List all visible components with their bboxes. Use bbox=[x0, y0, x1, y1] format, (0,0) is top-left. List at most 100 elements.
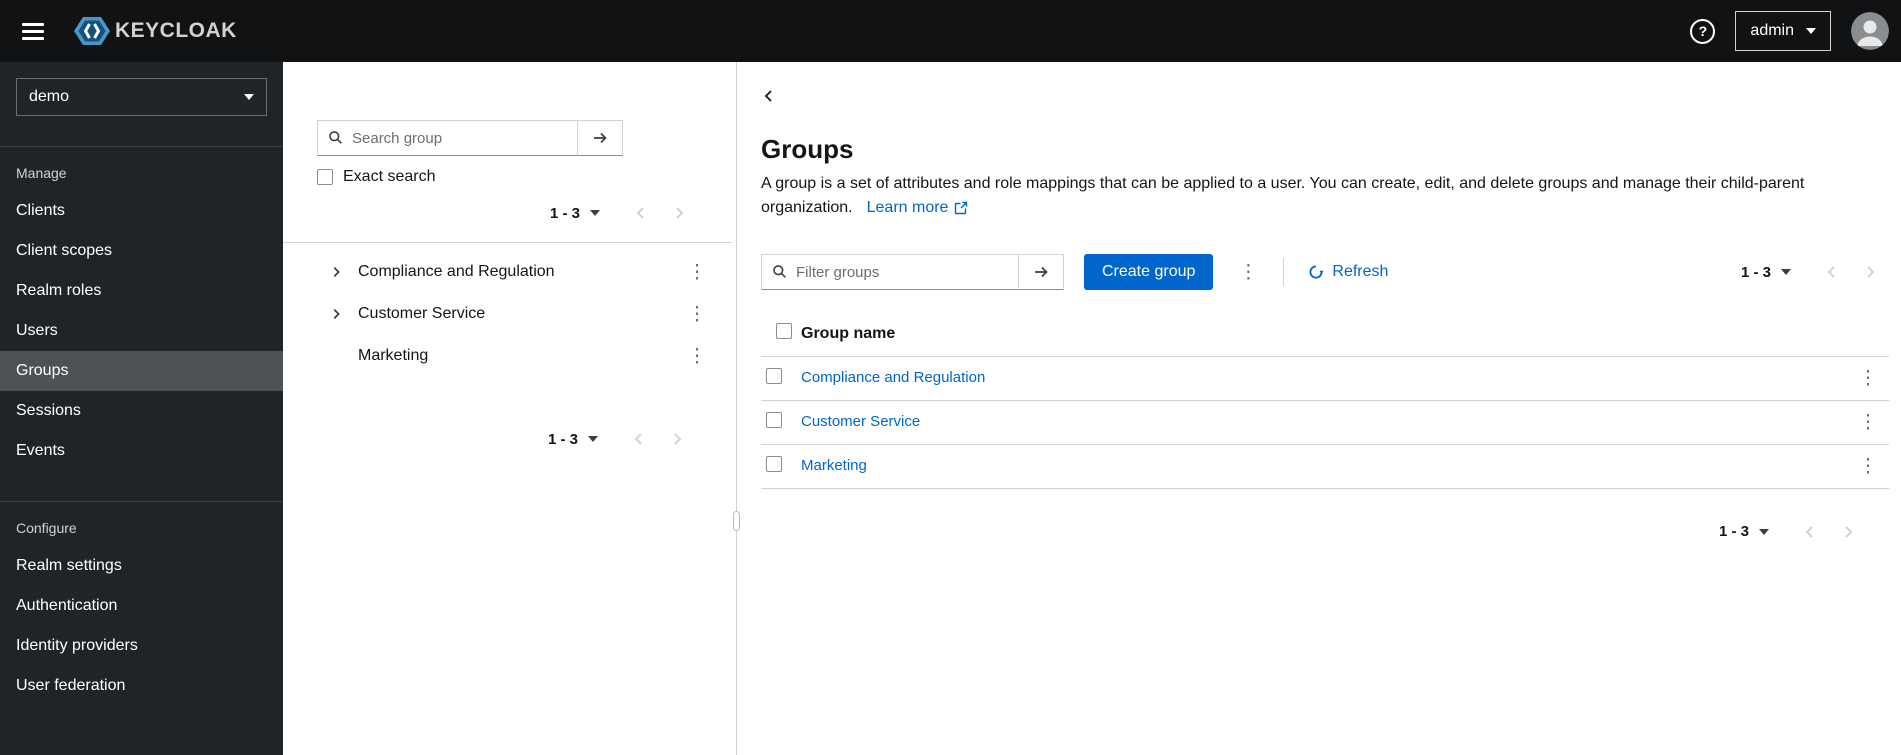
page-description: A group is a set of attributes and role … bbox=[761, 172, 1889, 220]
pagination-prev-button bbox=[622, 196, 660, 230]
groups-main-content: Groups A group is a set of attributes an… bbox=[741, 62, 1901, 755]
tree-pagination-bottom: 1 - 3 bbox=[283, 422, 732, 456]
kebab-menu-icon[interactable]: ⋮ bbox=[684, 299, 710, 329]
chevron-left-icon bbox=[1827, 266, 1835, 278]
tree-item-compliance-and-regulation[interactable]: Compliance and Regulation ⋮ bbox=[283, 251, 732, 293]
pagination-menu-toggle[interactable]: 1 - 3 bbox=[1711, 517, 1777, 546]
sidebar-item-groups[interactable]: Groups bbox=[0, 351, 283, 391]
filter-submit-button[interactable] bbox=[1019, 254, 1064, 290]
help-icon[interactable]: ? bbox=[1690, 18, 1716, 44]
user-menu-label: admin bbox=[1750, 22, 1794, 39]
tree-search bbox=[317, 120, 698, 156]
exact-search-toggle[interactable]: Exact search bbox=[317, 168, 698, 186]
nav-section-title: Manage bbox=[16, 165, 67, 181]
page-title: Groups bbox=[761, 134, 854, 164]
chevron-right-icon bbox=[676, 207, 684, 219]
sidebar-item-realm-roles[interactable]: Realm roles bbox=[0, 271, 283, 311]
pagination-prev-button bbox=[1813, 255, 1851, 289]
nav-section-configure: Configure Realm settings Authentication … bbox=[0, 501, 283, 706]
sidebar-item-sessions[interactable]: Sessions bbox=[0, 391, 283, 431]
chevron-right-icon bbox=[1867, 266, 1875, 278]
pagination-menu-toggle[interactable]: 1 - 3 bbox=[540, 425, 606, 454]
filter-box bbox=[761, 254, 1019, 290]
sidebar-item-clients[interactable]: Clients bbox=[0, 191, 283, 231]
arrow-right-icon bbox=[594, 132, 607, 144]
column-header-group-name: Group name bbox=[801, 312, 1841, 357]
kebab-menu-icon[interactable]: ⋮ bbox=[684, 257, 710, 287]
toolbar-divider bbox=[1283, 258, 1285, 286]
hamburger-menu-button[interactable] bbox=[16, 10, 58, 52]
kebab-menu-icon[interactable]: ⋮ bbox=[684, 341, 710, 371]
sidebar-item-user-federation[interactable]: User federation bbox=[0, 666, 283, 706]
filter-groups-input[interactable] bbox=[761, 254, 1019, 290]
group-name-link[interactable]: Marketing bbox=[801, 457, 867, 474]
search-icon bbox=[329, 131, 342, 144]
row-checkbox[interactable] bbox=[766, 455, 782, 472]
pagination-menu-toggle[interactable]: 1 - 3 bbox=[1733, 258, 1799, 287]
kebab-menu-icon[interactable]: ⋮ bbox=[1855, 451, 1881, 481]
tree-search-submit-button[interactable] bbox=[578, 120, 623, 156]
exact-search-checkbox[interactable] bbox=[317, 169, 333, 185]
chevron-left-icon bbox=[634, 433, 642, 445]
chevron-left-icon bbox=[1805, 525, 1813, 538]
tree-item-marketing[interactable]: Marketing ⋮ bbox=[283, 335, 732, 377]
caret-down-icon bbox=[590, 210, 600, 216]
group-name-link[interactable]: Customer Service bbox=[801, 413, 920, 430]
groups-toolbar: Create group ⋮ Refresh 1 - 3 bbox=[761, 254, 1889, 290]
avatar[interactable] bbox=[1851, 12, 1889, 50]
chevron-right-icon bbox=[1845, 525, 1853, 538]
select-all-checkbox[interactable] bbox=[775, 323, 792, 340]
sidebar-item-client-scopes[interactable]: Client scopes bbox=[0, 231, 283, 271]
tree-item-label: Customer Service bbox=[358, 305, 486, 322]
table-row: Customer Service ⋮ bbox=[761, 400, 1889, 445]
sidebar-item-realm-settings[interactable]: Realm settings bbox=[0, 546, 283, 586]
create-group-button[interactable]: Create group bbox=[1084, 254, 1214, 290]
masthead: KEYCLOAK ? admin bbox=[0, 0, 1901, 62]
exact-search-label: Exact search bbox=[343, 168, 436, 185]
realm-selector[interactable]: demo bbox=[16, 78, 267, 116]
kebab-menu-icon[interactable]: ⋮ bbox=[1855, 363, 1881, 393]
row-checkbox[interactable] bbox=[766, 411, 782, 428]
table-header-row: Group name bbox=[761, 312, 1889, 357]
nav-section-manage: Manage Clients Client scopes Realm roles… bbox=[0, 147, 283, 471]
caret-down-icon bbox=[1759, 528, 1769, 535]
table-row: Marketing ⋮ bbox=[761, 444, 1889, 489]
table-pagination-top: 1 - 3 bbox=[1733, 255, 1889, 289]
realm-selector-value: demo bbox=[29, 88, 70, 105]
refresh-button[interactable]: Refresh bbox=[1308, 263, 1388, 281]
user-menu-dropdown[interactable]: admin bbox=[1735, 11, 1831, 51]
nav-section-title: Configure bbox=[16, 520, 77, 536]
table-row: Compliance and Regulation ⋮ bbox=[761, 356, 1889, 401]
kebab-menu-icon[interactable]: ⋮ bbox=[1855, 407, 1881, 437]
group-name-link[interactable]: Compliance and Regulation bbox=[801, 369, 985, 386]
sidebar-item-users[interactable]: Users bbox=[0, 311, 283, 351]
tree-search-box bbox=[317, 120, 578, 156]
tree-search-input[interactable] bbox=[317, 120, 578, 156]
pagination-prev-button bbox=[1791, 515, 1829, 549]
tree-toolbar: Exact search 1 - 3 bbox=[283, 120, 732, 230]
expand-chevron-icon[interactable] bbox=[327, 263, 345, 281]
collapse-panel-button[interactable] bbox=[761, 86, 783, 106]
tree-divider bbox=[283, 242, 732, 243]
pagination-range: 1 - 3 bbox=[549, 204, 580, 222]
pagination-menu-toggle[interactable]: 1 - 3 bbox=[542, 199, 608, 228]
tree-item-customer-service[interactable]: Customer Service ⋮ bbox=[283, 293, 732, 335]
expand-chevron-icon[interactable] bbox=[327, 305, 345, 323]
sidebar-item-identity-providers[interactable]: Identity providers bbox=[0, 626, 283, 666]
row-checkbox[interactable] bbox=[766, 367, 782, 384]
pagination-next-button bbox=[658, 422, 696, 456]
toolbar-kebab-menu-icon[interactable]: ⋮ bbox=[1235, 257, 1261, 287]
pagination-range: 1 - 3 bbox=[547, 430, 578, 448]
tree-pagination-top: 1 - 3 bbox=[317, 196, 698, 230]
learn-more-link[interactable]: Learn more bbox=[867, 196, 969, 220]
pagination-next-button bbox=[1829, 515, 1867, 549]
sidebar-item-events[interactable]: Events bbox=[0, 431, 283, 471]
pagination-prev-button bbox=[620, 422, 658, 456]
caret-down-icon bbox=[1781, 269, 1791, 275]
refresh-icon bbox=[1309, 265, 1324, 279]
panel-resize-splitter[interactable] bbox=[732, 62, 741, 755]
realm-selector-area: demo bbox=[0, 62, 283, 147]
external-link-icon bbox=[955, 201, 968, 215]
sidebar-item-authentication[interactable]: Authentication bbox=[0, 586, 283, 626]
splitter-drag-handle[interactable] bbox=[733, 511, 740, 531]
